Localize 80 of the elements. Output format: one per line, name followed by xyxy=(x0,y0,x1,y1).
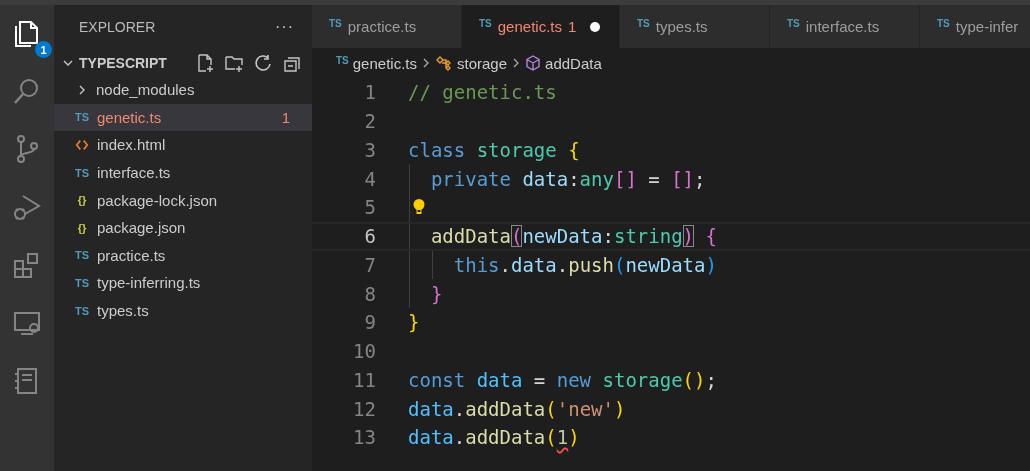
tab-label: genetic.ts xyxy=(497,18,562,35)
editor-tab[interactable]: TS type-infer xyxy=(920,5,1030,48)
line-number: 5 xyxy=(363,196,376,219)
explorer-title: EXPLORER xyxy=(79,19,156,35)
code-line: // genetic.ts xyxy=(408,81,557,104)
file-name: types.ts xyxy=(97,302,150,320)
html-file-icon xyxy=(74,138,90,152)
ts-file-icon: TS xyxy=(637,18,650,29)
line-number: 7 xyxy=(363,253,376,276)
tab-label: practice.ts xyxy=(347,18,417,35)
line-number: 6 xyxy=(363,225,376,248)
tab-label: types.ts xyxy=(655,18,708,35)
file-item[interactable]: TS genetic.ts 1 xyxy=(54,103,312,132)
editor-tab[interactable]: TS types.ts xyxy=(620,5,770,48)
ts-file-icon: TS xyxy=(336,54,349,66)
problem-count: 1 xyxy=(568,18,577,35)
notification-badge: 1 xyxy=(35,41,52,58)
folder-name[interactable]: TYPESCRIPT xyxy=(79,54,195,71)
line-number: 9 xyxy=(363,311,376,334)
code-line: } xyxy=(429,282,443,305)
file-item[interactable]: {} package.json xyxy=(54,213,312,242)
new-file-icon[interactable] xyxy=(195,52,215,73)
file-name: type-inferring.ts xyxy=(97,274,202,292)
file-item[interactable]: TS type-inferring.ts xyxy=(54,269,312,297)
more-actions-button[interactable]: ··· xyxy=(275,18,294,36)
breadcrumb-item[interactable]: storage xyxy=(457,54,508,72)
code-line: class storage { xyxy=(408,138,580,161)
breadcrumb-item[interactable]: genetic.ts xyxy=(352,54,417,72)
code-line: addData(newData:string) { xyxy=(429,225,717,248)
code-line: } xyxy=(408,311,420,334)
file-name: interface.ts xyxy=(97,164,172,182)
file-item[interactable]: index.html xyxy=(54,131,312,159)
ts-file-icon: TS xyxy=(479,18,492,29)
file-item[interactable]: {} package-lock.json xyxy=(54,186,312,214)
lightbulb-icon[interactable] xyxy=(412,198,426,217)
file-name: package-lock.json xyxy=(97,191,219,209)
code-line: data.addData(1) xyxy=(408,425,580,451)
file-item[interactable]: TS types.ts xyxy=(54,296,312,325)
file-item[interactable]: TS interface.ts xyxy=(54,158,312,187)
code-line: this.data.push(newData) xyxy=(452,253,717,276)
json-file-icon: {} xyxy=(74,194,90,207)
ts-file-icon: TS xyxy=(937,18,950,29)
ts-file-icon: TS xyxy=(329,18,342,29)
line-number: 13 xyxy=(352,426,376,449)
ts-file-icon: TS xyxy=(74,276,90,289)
line-number: 11 xyxy=(352,368,376,391)
line-number: 4 xyxy=(363,167,376,190)
ts-file-icon: TS xyxy=(74,166,90,179)
file-name: practice.ts xyxy=(97,246,167,264)
cube-icon xyxy=(525,55,542,71)
folder-item[interactable]: node_modules xyxy=(54,76,312,104)
problem-count: 1 xyxy=(281,108,290,126)
line-number: 12 xyxy=(352,397,376,420)
file-name: node_modules xyxy=(96,81,196,99)
code-line: const data = new storage(); xyxy=(408,368,717,391)
editor-tab[interactable]: TS practice.ts xyxy=(312,5,462,48)
file-name: genetic.ts xyxy=(97,108,163,126)
code-line: data.addData('new') xyxy=(408,397,626,420)
file-item[interactable]: TS practice.ts xyxy=(54,241,312,270)
class-icon xyxy=(435,55,453,71)
line-number: 3 xyxy=(363,138,376,161)
tab-label: interface.ts xyxy=(805,18,880,35)
ts-file-icon: TS xyxy=(74,249,90,262)
unsaved-dot-icon[interactable] xyxy=(590,21,601,32)
editor-tab[interactable]: TS genetic.ts 1 xyxy=(462,5,620,48)
ts-file-icon: TS xyxy=(74,111,90,124)
editor-tab[interactable]: TS interface.ts xyxy=(770,5,920,48)
line-number: 10 xyxy=(352,340,376,363)
file-name: package.json xyxy=(97,219,187,237)
json-file-icon: {} xyxy=(74,221,90,234)
breadcrumb-item[interactable]: addData xyxy=(545,54,602,72)
line-number: 1 xyxy=(363,81,376,104)
ts-file-icon: TS xyxy=(74,304,90,317)
line-number: 2 xyxy=(363,110,376,133)
ts-file-icon: TS xyxy=(787,18,800,29)
file-name: index.html xyxy=(97,136,167,154)
code-line: private data:any[] = []; xyxy=(429,167,706,190)
line-number: 8 xyxy=(363,282,376,305)
refresh-icon[interactable] xyxy=(253,52,273,73)
tab-label: type-infer xyxy=(955,18,1019,35)
